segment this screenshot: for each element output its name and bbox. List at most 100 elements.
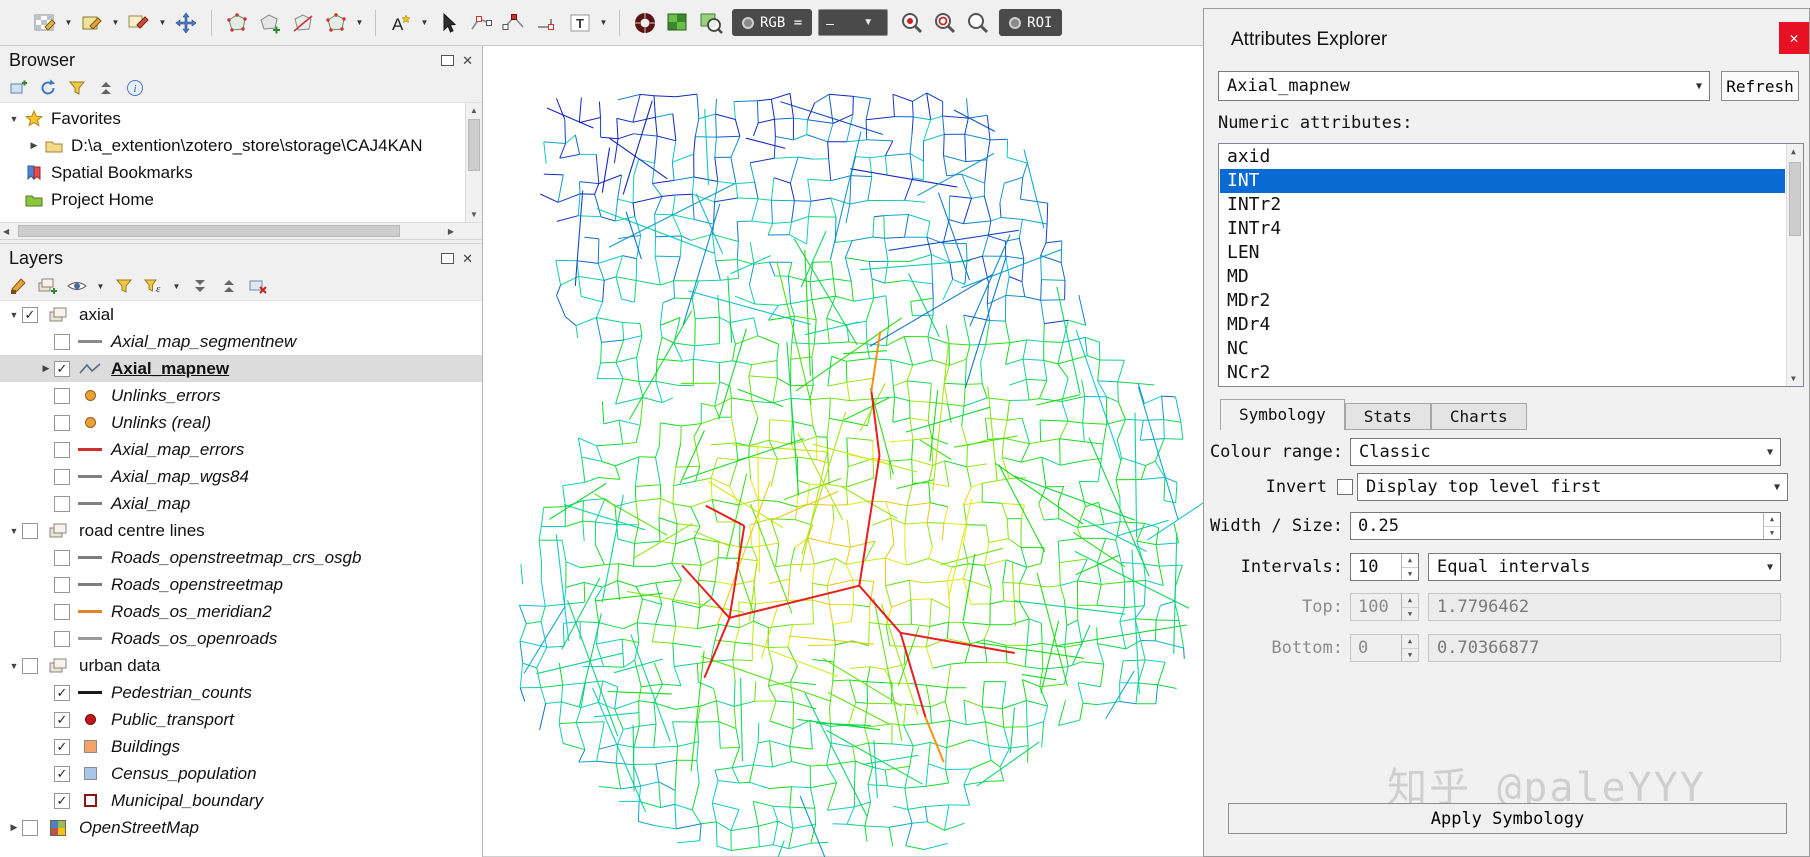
- layer-row[interactable]: Roads_openstreetmap: [0, 571, 482, 598]
- tab-stats[interactable]: Stats: [1345, 403, 1431, 430]
- split-features-icon[interactable]: [288, 8, 318, 38]
- layer-row[interactable]: ▼ road centre lines: [0, 517, 482, 544]
- layer-row[interactable]: ✓ Census_population: [0, 760, 482, 787]
- layer-name[interactable]: Axial_map: [111, 494, 190, 514]
- layer-visibility-checkbox[interactable]: [54, 388, 70, 404]
- layer-visibility-checkbox[interactable]: [54, 577, 70, 593]
- layer-name[interactable]: Axial_map_errors: [111, 440, 244, 460]
- layer-visibility-checkbox[interactable]: [22, 658, 38, 674]
- current-edits-icon[interactable]: [30, 8, 60, 38]
- layer-visibility-checkbox[interactable]: ✓: [54, 793, 70, 809]
- layer-row[interactable]: Roads_os_meridian2: [0, 598, 482, 625]
- scroll-left-icon[interactable]: ◀: [3, 227, 9, 236]
- zoom-native-icon[interactable]: [963, 8, 993, 38]
- browser-horizontal-scrollbar[interactable]: ◀ ▶: [0, 222, 482, 239]
- properties-icon[interactable]: i: [124, 77, 146, 99]
- dropdown-caret-icon[interactable]: ▼: [354, 18, 365, 27]
- attribute-item[interactable]: MDr2: [1220, 289, 1785, 313]
- collapse-all-icon[interactable]: [218, 275, 240, 297]
- spin-down-icon[interactable]: ▼: [1402, 568, 1418, 581]
- filter-browser-icon[interactable]: [66, 77, 88, 99]
- trim-extend-icon[interactable]: [532, 8, 562, 38]
- layer-name[interactable]: road centre lines: [79, 521, 205, 541]
- tab-symbology[interactable]: Symbology: [1220, 399, 1345, 430]
- layer-visibility-checkbox[interactable]: [54, 496, 70, 512]
- layer-row[interactable]: ✓Public_transport: [0, 706, 482, 733]
- attribute-item[interactable]: LEN: [1220, 241, 1785, 265]
- attribute-item[interactable]: axid: [1220, 145, 1785, 169]
- add-selected-layer-icon[interactable]: [8, 77, 30, 99]
- attribute-item[interactable]: INTr4: [1220, 217, 1785, 241]
- float-panel-icon[interactable]: [441, 55, 454, 66]
- close-panel-button[interactable]: ✕: [1779, 22, 1809, 54]
- layer-name[interactable]: Pedestrian_counts: [111, 683, 252, 703]
- layer-visibility-checkbox[interactable]: [22, 523, 38, 539]
- layer-name[interactable]: Municipal_boundary: [111, 791, 263, 811]
- dropdown-caret-icon[interactable]: ▼: [110, 18, 121, 27]
- expander-down-icon[interactable]: ▼: [6, 526, 22, 536]
- attribute-item[interactable]: NCr2: [1220, 361, 1785, 385]
- layer-selector[interactable]: Axial_mapnew ▼: [1218, 71, 1710, 101]
- rgb-band-tool[interactable]: RGB =: [732, 9, 812, 36]
- width-size-spinner[interactable]: 0.25 ▲▼: [1350, 512, 1781, 540]
- attribute-item[interactable]: NC: [1220, 337, 1785, 361]
- display-order-select[interactable]: Display top level first ▼: [1357, 473, 1788, 501]
- collapse-all-icon[interactable]: [95, 77, 117, 99]
- layer-name[interactable]: Axial_mapnew: [111, 359, 229, 379]
- intervals-mode-select[interactable]: Equal intervals ▼: [1428, 553, 1781, 581]
- layer-row[interactable]: Axial_map_segmentnew: [0, 328, 482, 355]
- remove-layer-icon[interactable]: [247, 275, 269, 297]
- layer-row[interactable]: ✓ Pedestrian_counts: [0, 679, 482, 706]
- layer-row[interactable]: Roads_openstreetmap_crs_osgb: [0, 544, 482, 571]
- dropdown-caret-icon[interactable]: ▼: [171, 282, 182, 291]
- expander-down-icon[interactable]: ▼: [6, 310, 22, 320]
- layer-row[interactable]: ▶✓Axial_mapnew: [0, 355, 482, 382]
- layer-name[interactable]: Axial_map_wgs84: [111, 467, 249, 487]
- tab-charts[interactable]: Charts: [1431, 403, 1527, 430]
- attribute-item[interactable]: INT: [1220, 169, 1785, 193]
- reshape-features-icon[interactable]: [222, 8, 252, 38]
- layer-row[interactable]: Axial_map: [0, 490, 482, 517]
- expander-down-icon[interactable]: ▼: [6, 114, 22, 124]
- close-panel-icon[interactable]: ✕: [462, 253, 473, 264]
- layer-name[interactable]: Census_population: [111, 764, 257, 784]
- browser-item[interactable]: ▶D:\a_extention\zotero_store\storage\CAJ…: [0, 132, 464, 159]
- add-ring-icon[interactable]: [255, 8, 285, 38]
- float-panel-icon[interactable]: [441, 253, 454, 264]
- mesh-digitizing-icon[interactable]: [630, 8, 660, 38]
- layer-visibility-checkbox[interactable]: [22, 820, 38, 836]
- layer-name[interactable]: Unlinks (real): [111, 413, 211, 433]
- annotation-icon[interactable]: A: [386, 8, 416, 38]
- select-pointer-icon[interactable]: [433, 8, 463, 38]
- text-annotation-icon[interactable]: T: [565, 8, 595, 38]
- attribute-item[interactable]: MD: [1220, 265, 1785, 289]
- refresh-button[interactable]: Refresh: [1721, 71, 1799, 101]
- layer-row[interactable]: ✓Buildings: [0, 733, 482, 760]
- layer-visibility-checkbox[interactable]: ✓: [54, 685, 70, 701]
- layer-visibility-checkbox[interactable]: [54, 334, 70, 350]
- browser-vertical-scrollbar[interactable]: ▲ ▼: [465, 103, 482, 222]
- invert-checkbox[interactable]: [1337, 479, 1353, 495]
- layer-visibility-checkbox[interactable]: ✓: [54, 712, 70, 728]
- layer-row[interactable]: Roads_os_openroads: [0, 625, 482, 652]
- roi-tool[interactable]: ROI: [999, 9, 1062, 36]
- apply-symbology-button[interactable]: Apply Symbology: [1228, 803, 1787, 834]
- dropdown-caret-icon[interactable]: ▼: [63, 18, 74, 27]
- open-layer-styling-icon[interactable]: [8, 275, 30, 297]
- move-feature-icon[interactable]: [171, 8, 201, 38]
- band-select[interactable]: –▼: [818, 9, 888, 36]
- expand-all-icon[interactable]: [189, 275, 211, 297]
- spin-down-icon[interactable]: ▼: [1764, 527, 1780, 540]
- browser-item[interactable]: ▼Favorites: [0, 105, 464, 132]
- layer-visibility-checkbox[interactable]: [54, 604, 70, 620]
- scroll-down-icon[interactable]: ▼: [1791, 374, 1796, 383]
- close-panel-icon[interactable]: ✕: [462, 55, 473, 66]
- add-group-icon[interactable]: [37, 275, 59, 297]
- expander-down-icon[interactable]: ▼: [6, 661, 22, 671]
- intervals-spinner[interactable]: 10 ▲▼: [1350, 553, 1419, 581]
- layer-row[interactable]: Unlinks (real): [0, 409, 482, 436]
- layer-visibility-checkbox[interactable]: ✓: [54, 766, 70, 782]
- dropdown-caret-icon[interactable]: ▼: [419, 18, 430, 27]
- filter-expression-icon[interactable]: ε: [142, 275, 164, 297]
- zoom-ring-icon[interactable]: [930, 8, 960, 38]
